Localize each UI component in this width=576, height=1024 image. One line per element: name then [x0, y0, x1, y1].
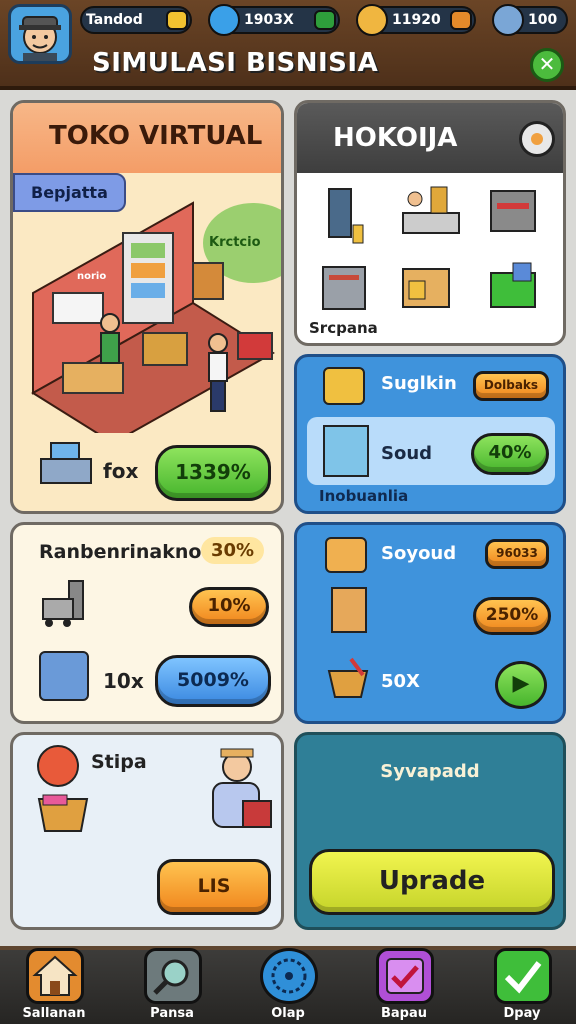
finance-row2-button[interactable]: 5009%: [155, 655, 271, 707]
clipboard-check-icon: [376, 948, 434, 1004]
supply-panel: Soyoud 96033 250% 50X ▶: [294, 522, 566, 724]
upgrade-row2-label: Soud: [381, 443, 433, 464]
gem-icon: [208, 4, 240, 36]
basket-icon: [35, 793, 91, 835]
scene-sign: norio: [77, 271, 107, 282]
cash-value: 100: [528, 12, 558, 28]
coin-icon: [356, 4, 388, 36]
bottom-nav: Sallanan Pansa Olap Bapau Dpay: [0, 946, 576, 1024]
box-icon: [331, 587, 367, 633]
coins-add-button[interactable]: [450, 10, 472, 30]
nav-item-tasks[interactable]: Bapau: [354, 948, 454, 1024]
coins-counter: 11920: [356, 4, 476, 36]
display-case-icon: [39, 651, 89, 701]
upgrade-button[interactable]: Uprade: [309, 849, 555, 915]
play-button[interactable]: ▶: [495, 661, 547, 709]
upgrade-row1-label: Suglkin: [381, 373, 457, 394]
supply-row1-label: Soyoud: [381, 543, 457, 564]
basket-icon: [325, 655, 371, 701]
finance-badge: 30%: [201, 537, 265, 564]
energy-value: Tandod: [86, 12, 143, 28]
stipa-title: Stipa: [91, 751, 147, 773]
hokoija-title: HOKOIJA: [333, 123, 458, 153]
page-title: SIMULASI BISNISIA: [92, 48, 379, 78]
toko-virtual-panel: TOKO VIRTUAL Bepjatta Krctcio norio fox …: [10, 100, 284, 514]
gems-counter: 1903X: [208, 4, 340, 36]
upgrade-panel: Syvapadd Uprade: [294, 732, 566, 930]
cash-counter: 100: [492, 4, 568, 36]
cart-icon: [490, 262, 536, 308]
settings-icon[interactable]: [519, 121, 555, 157]
scene-label: Krctcio: [209, 235, 261, 250]
badge-icon: [37, 745, 79, 787]
machine-icon: [490, 190, 536, 232]
stamp-icon: [325, 537, 367, 573]
upgrade-panel-title: Syvapadd: [380, 761, 480, 782]
building-icon: [323, 425, 369, 477]
home-icon: [26, 948, 84, 1004]
nav-item-pay[interactable]: Dpay: [472, 948, 572, 1024]
merchant-icon: [209, 745, 273, 829]
screen-icon: [323, 367, 365, 405]
cabinet-icon: [322, 266, 366, 310]
cash-register-icon: [39, 441, 93, 485]
nav-label-pay: Dpay: [503, 1006, 541, 1021]
finance-title: Ranbenrinakno: [39, 541, 202, 563]
supply-row2-badge[interactable]: 250%: [473, 597, 551, 635]
finance-panel: Ranbenrinakno 30% 10% 10x 5009%: [10, 522, 284, 724]
toko-title: TOKO VIRTUAL: [49, 121, 263, 151]
upgrade-row2-button[interactable]: 40%: [471, 433, 549, 475]
toko-stat-button[interactable]: 1339%: [155, 445, 271, 501]
desk-worker-icon: [402, 186, 460, 234]
nav-label-map: Olap: [271, 1006, 305, 1021]
upgrades-panel: Suglkin Dolbaks Soud 40% Inobuanlia: [294, 354, 566, 514]
stipa-panel: Stipa LIS: [10, 732, 284, 930]
finance-row1-button[interactable]: 10%: [189, 587, 269, 627]
upgrades-footer: Inobuanlia: [319, 487, 409, 505]
finance-row2-label: 10x: [103, 669, 144, 693]
hokoija-caption: Srcpana: [309, 319, 378, 337]
gems-add-button[interactable]: [314, 10, 336, 30]
supply-row3-label: 50X: [381, 671, 420, 692]
nav-label-home: Sallanan: [22, 1006, 86, 1021]
checkmark-icon: [494, 948, 552, 1004]
equipment-grid: [322, 186, 536, 310]
crate-icon: [402, 268, 450, 308]
shopping-cart-icon: [39, 579, 89, 629]
coins-value: 11920: [392, 12, 441, 28]
player-avatar[interactable]: [8, 4, 72, 64]
energy-counter: Tandod: [80, 6, 192, 34]
hokoija-panel: HOKOIJA Srcpana: [294, 100, 566, 346]
nav-item-map[interactable]: Olap: [238, 948, 338, 1024]
energy-add-button[interactable]: [166, 10, 188, 30]
close-button[interactable]: ✕: [530, 48, 564, 82]
gems-value: 1903X: [244, 12, 294, 28]
nav-label-tasks: Bapau: [380, 1006, 427, 1021]
upgrade-row1-badge[interactable]: Dolbaks: [473, 371, 549, 401]
top-bar: Tandod 1903X 11920 100 SIMULASI BISNISIA…: [0, 0, 576, 90]
globe-icon: [260, 948, 318, 1004]
search-icon: [144, 948, 202, 1004]
nav-label-search: Pansa: [150, 1006, 194, 1021]
toko-stat-label: fox: [103, 459, 139, 483]
shop-scene-illustration: [31, 201, 281, 433]
nav-item-search[interactable]: Pansa: [122, 948, 222, 1024]
cash-icon: [492, 4, 524, 36]
supply-row1-badge[interactable]: 96033: [485, 539, 549, 569]
stipa-button[interactable]: LIS: [157, 859, 271, 915]
nav-item-home[interactable]: Sallanan: [4, 948, 104, 1024]
server-rack-icon: [328, 188, 364, 244]
